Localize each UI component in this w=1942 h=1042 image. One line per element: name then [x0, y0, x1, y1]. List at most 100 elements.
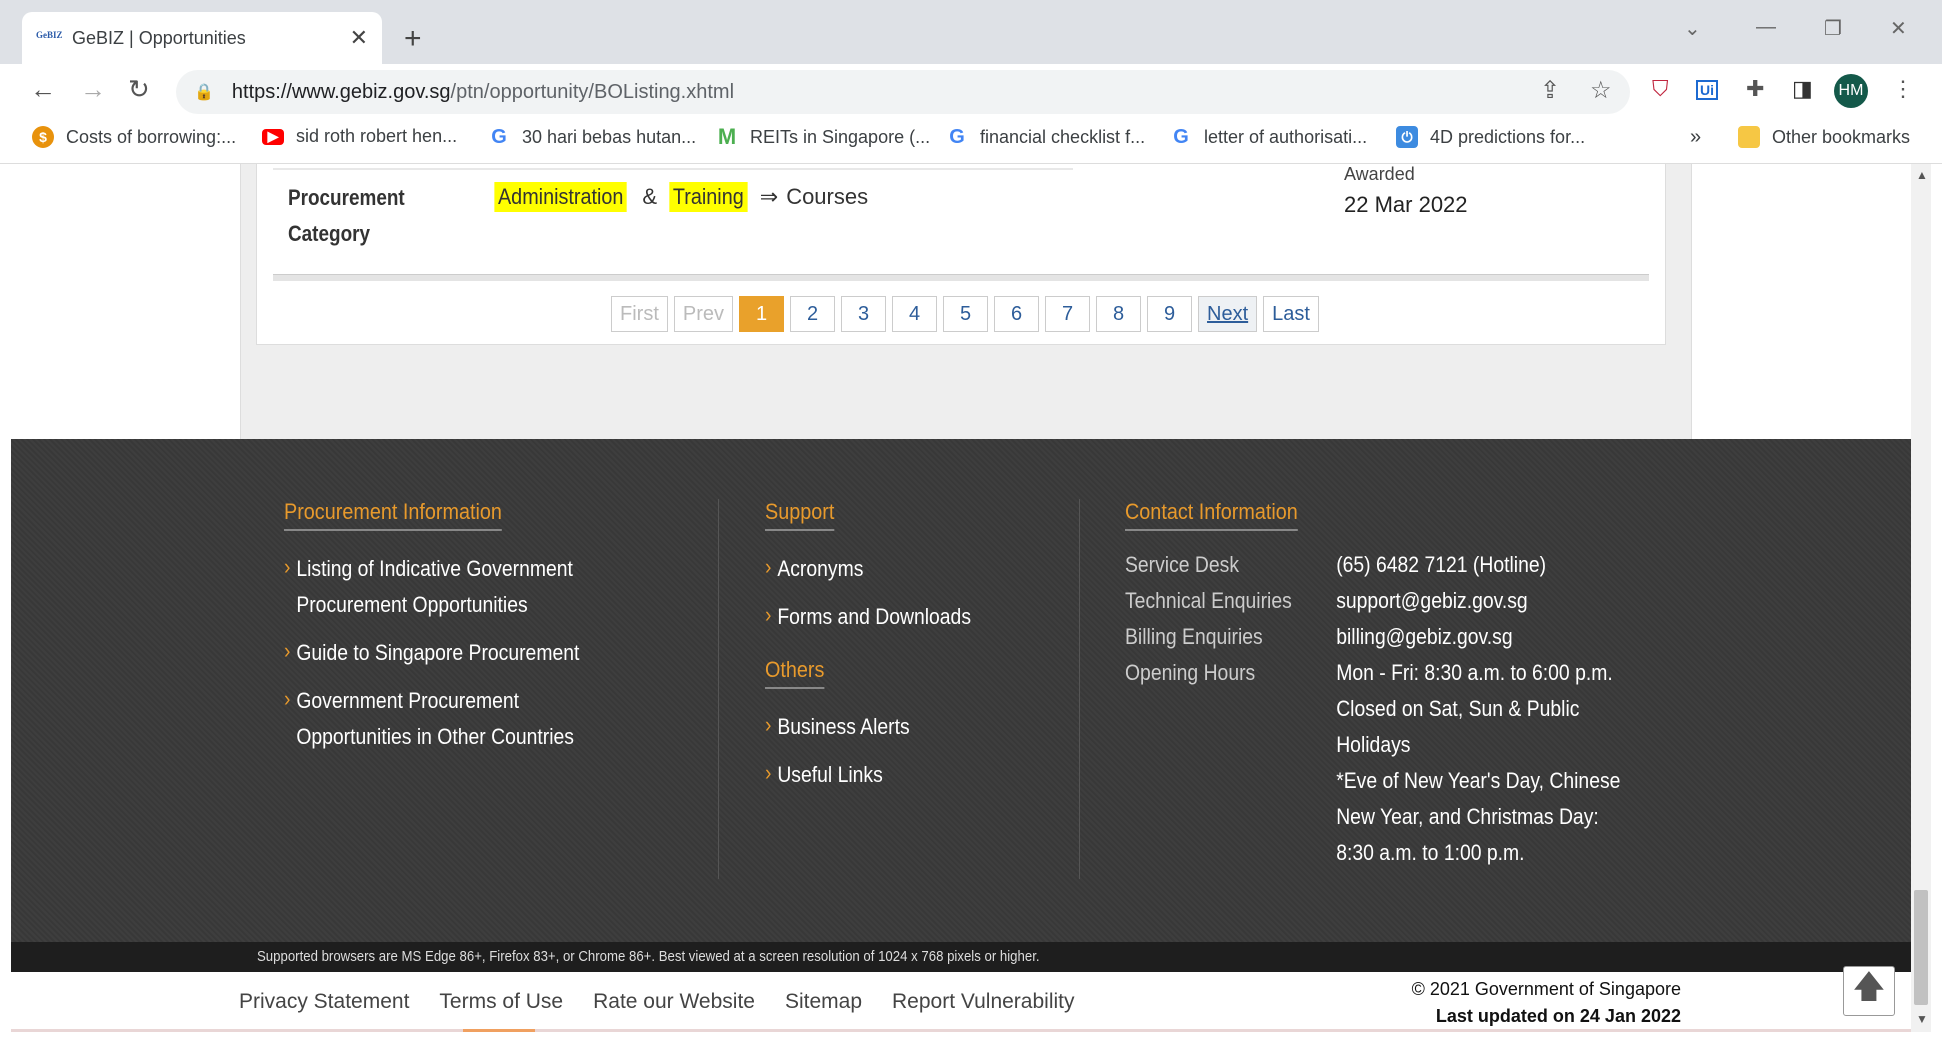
restore-icon[interactable]: ❐	[1824, 16, 1842, 41]
tab-search-icon[interactable]: ⌄	[1684, 16, 1701, 41]
extension-ui-icon[interactable]: Ui	[1696, 80, 1718, 100]
footer-link-other-countries[interactable]: Government ProcurementOpportunities in O…	[284, 681, 579, 755]
coin-icon: $	[32, 126, 54, 148]
menu-kebab-icon[interactable]: ⋮	[1892, 76, 1914, 102]
other-bookmarks[interactable]: Other bookmarks	[1738, 126, 1910, 148]
bookmark-item[interactable]: G 30 hari bebas hutan...	[488, 126, 696, 148]
footer-divider	[1079, 499, 1080, 879]
side-panel-icon[interactable]: ◨	[1792, 76, 1813, 102]
support-email-link[interactable]: support@gebiz.gov.sg	[1336, 583, 1626, 619]
opportunity-card: Procurement Category Administration & Tr…	[256, 164, 1666, 345]
scroll-up-icon[interactable]: ▲	[1916, 168, 1928, 182]
contact-column: Contact Information Service Desk (65) 648…	[1125, 499, 1695, 871]
extensions-puzzle-icon[interactable]: ✚	[1746, 76, 1764, 102]
page-button[interactable]: 2	[790, 296, 836, 332]
close-window-icon[interactable]: ✕	[1890, 16, 1907, 41]
contact-row: Service Desk (65) 6482 7121 (Hotline)	[1125, 552, 1547, 577]
bookmark-item[interactable]: $ Costs of borrowing:...	[32, 126, 236, 148]
gebiz-favicon-icon: GeBIZ	[36, 30, 63, 40]
others-heading: Others	[765, 657, 825, 689]
page-viewport: Procurement Category Administration & Tr…	[11, 164, 1911, 1032]
page-button[interactable]: 1	[739, 296, 785, 332]
power-icon: ⏻	[1396, 126, 1418, 148]
card-separator	[273, 274, 1649, 281]
back-icon[interactable]: ←	[30, 74, 56, 105]
google-icon: G	[491, 125, 507, 148]
bookmark-item[interactable]: G letter of authorisati...	[1170, 126, 1367, 148]
url-text: https://www.gebiz.gov.sg/ptn/opportunity…	[231, 80, 735, 103]
arrow-icon: ⇒	[759, 184, 779, 209]
bookmark-item[interactable]: ⏻ 4D predictions for...	[1396, 126, 1585, 148]
back-to-top-icon[interactable]: 🡅	[1843, 966, 1895, 1016]
bottom-strip	[11, 1029, 1911, 1032]
contact-row: Billing Enquiries billing@gebiz.gov.sg	[1125, 619, 1627, 655]
page-button[interactable]: 9	[1147, 296, 1193, 332]
card-divider	[273, 168, 1073, 170]
support-column: Support Acronyms Forms and Downloads Oth…	[765, 499, 999, 805]
support-heading: Support	[765, 499, 835, 531]
procurement-category-value: Administration & Training ⇒ Courses	[487, 182, 868, 212]
footer-bottom-links: Privacy Statement Terms of Use Rate our …	[239, 990, 1075, 1014]
bookmark-item[interactable]: M REITs in Singapore (...	[716, 124, 930, 149]
subcategory: Courses	[786, 184, 869, 209]
page-button[interactable]: 7	[1045, 296, 1091, 332]
page-button[interactable]: 5	[943, 296, 989, 332]
next-page-button[interactable]: Next	[1198, 296, 1258, 332]
browser-tab[interactable]: GeBIZ GeBIZ | Opportunities ✕	[22, 12, 382, 64]
report-vulnerability-link[interactable]: Report Vulnerability	[892, 990, 1074, 1014]
site-footer: Procurement Information Listing of Indic…	[11, 439, 1911, 942]
footer-link-forms[interactable]: Forms and Downloads	[765, 597, 971, 635]
m-site-icon: M	[717, 124, 737, 149]
terms-of-use-link[interactable]: Terms of Use	[439, 990, 563, 1014]
browser-toolbar: ← → ↻ 🔒 https://www.gebiz.gov.sg/ptn/opp…	[0, 64, 1942, 120]
privacy-statement-link[interactable]: Privacy Statement	[239, 990, 409, 1014]
page-button[interactable]: 6	[994, 296, 1040, 332]
extension-shield-icon[interactable]: ⛉	[1652, 76, 1669, 102]
footer-link-indicative-opportunities[interactable]: Listing of Indicative GovernmentProcurem…	[284, 549, 579, 623]
bookmark-item[interactable]: G financial checklist f...	[946, 126, 1145, 148]
close-tab-icon[interactable]: ✕	[350, 25, 368, 51]
lock-icon[interactable]: 🔒	[194, 82, 214, 102]
profile-avatar[interactable]: HM	[1834, 74, 1868, 108]
forward-icon[interactable]: →	[80, 74, 106, 105]
pagination: First Prev 1 2 3 4 5 6 7 8 9 Next Last	[257, 296, 1665, 332]
sitemap-link[interactable]: Sitemap	[785, 990, 862, 1014]
bookmark-star-icon[interactable]: ☆	[1590, 76, 1612, 105]
contact-row: Technical Enquiries support@gebiz.gov.sg	[1125, 583, 1627, 619]
copyright: © 2021 Government of Singapore Last upda…	[1412, 976, 1681, 1030]
procurement-info-heading: Procurement Information	[284, 499, 502, 531]
first-page-button[interactable]: First	[611, 296, 668, 332]
awarded-date: 22 Mar 2022	[1344, 192, 1468, 217]
holiday-note: *Eve of New Year's Day, Chinese	[1336, 768, 1621, 793]
footer-link-acronyms[interactable]: Acronyms	[765, 549, 971, 587]
more-bookmarks-icon[interactable]: »	[1690, 126, 1701, 149]
page-scrollbar[interactable]: ▲ ▼	[1911, 164, 1931, 1032]
prev-page-button[interactable]: Prev	[673, 296, 734, 332]
page-button[interactable]: 4	[892, 296, 938, 332]
bookmark-item[interactable]: ▶ sid roth robert hen...	[262, 126, 457, 147]
tab-strip: GeBIZ GeBIZ | Opportunities ✕ + ⌄ — ❐ ✕	[0, 0, 1942, 64]
category-highlight: Training	[669, 182, 748, 212]
folder-icon	[1738, 126, 1760, 148]
footer-link-business-alerts[interactable]: Business Alerts	[765, 707, 971, 745]
contact-row: Opening Hours Mon - Fri: 8:30 a.m. to 6:0…	[1125, 660, 1613, 685]
scroll-down-icon[interactable]: ▼	[1916, 1012, 1928, 1026]
footer-link-useful-links[interactable]: Useful Links	[765, 755, 971, 793]
share-icon[interactable]: ⇪	[1540, 76, 1560, 105]
page-button[interactable]: 3	[841, 296, 887, 332]
billing-email-link[interactable]: billing@gebiz.gov.sg	[1336, 619, 1626, 655]
procurement-info-column: Procurement Information Listing of Indic…	[284, 499, 620, 767]
google-icon: G	[949, 125, 965, 148]
reload-icon[interactable]: ↻	[128, 74, 150, 105]
awarded-label: Awarded	[1344, 164, 1415, 184]
rate-website-link[interactable]: Rate our Website	[593, 990, 755, 1014]
youtube-icon: ▶	[262, 128, 284, 145]
new-tab-icon[interactable]: +	[404, 22, 422, 56]
address-bar[interactable]: 🔒 https://www.gebiz.gov.sg/ptn/opportuni…	[176, 70, 1630, 114]
page-button[interactable]: 8	[1096, 296, 1142, 332]
footer-link-guide[interactable]: Guide to Singapore Procurement	[284, 633, 579, 671]
footer-divider	[718, 499, 719, 879]
minimize-icon[interactable]: —	[1756, 16, 1776, 39]
last-page-button[interactable]: Last	[1263, 296, 1319, 332]
scrollbar-thumb[interactable]	[1914, 890, 1928, 1005]
